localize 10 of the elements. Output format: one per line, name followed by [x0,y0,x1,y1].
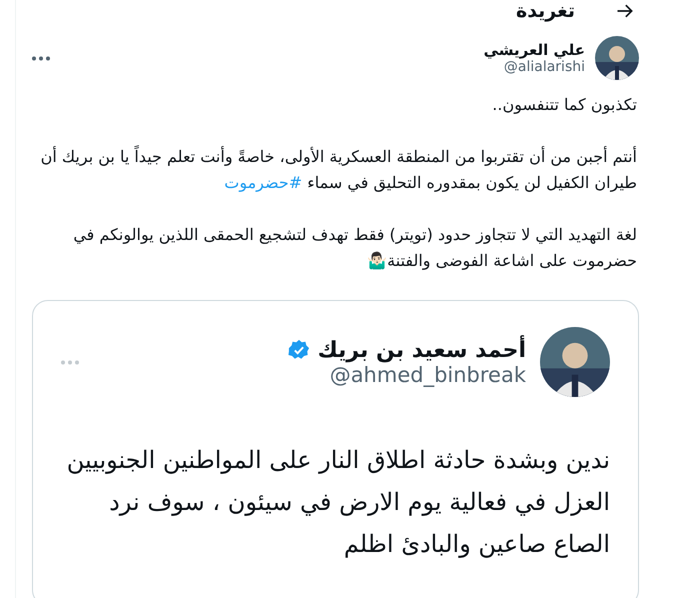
more-icon[interactable] [32,56,50,60]
quoted-tweet-text: ندين وبشدة حادثة اطلاق النار على المواطنين الجنوبيين العزل في فعالية يوم الارض في سيئون ، سوف نرد الصاع صاعين والبادئ اظلم [66,445,610,560]
tweet-paragraph: لغة التهديد التي لا تتجاوز حدود (تويتر) فقط تهدف لتشجيع الحمقى اللذين يوالونكم في حضرموت على اشاعة الفوضى والفتنة🤷🏻‍♂ [72,224,637,272]
page-title: تغريدة [516,0,575,22]
author-name[interactable]: علي العريشي [60,41,585,59]
quoted-author-name: أحمد سعيد بن بريك [318,338,526,362]
author-handle[interactable]: @alialarishi [60,59,585,75]
tweet-paragraph: تكذبون كما تتنفسون.. [491,94,637,116]
quoted-author-handle: @ahmed_binbreak [328,362,526,386]
tweet-paragraph: أنتم أجبن من أن تقتربوا من المنطقة العسكرية الأولى، خاصةً وأنت تعلم جيداً يا بن بريك أن طيران الكفيل لن يكون بمقدوره التحليق في سماء #حضرموت [40,144,637,194]
